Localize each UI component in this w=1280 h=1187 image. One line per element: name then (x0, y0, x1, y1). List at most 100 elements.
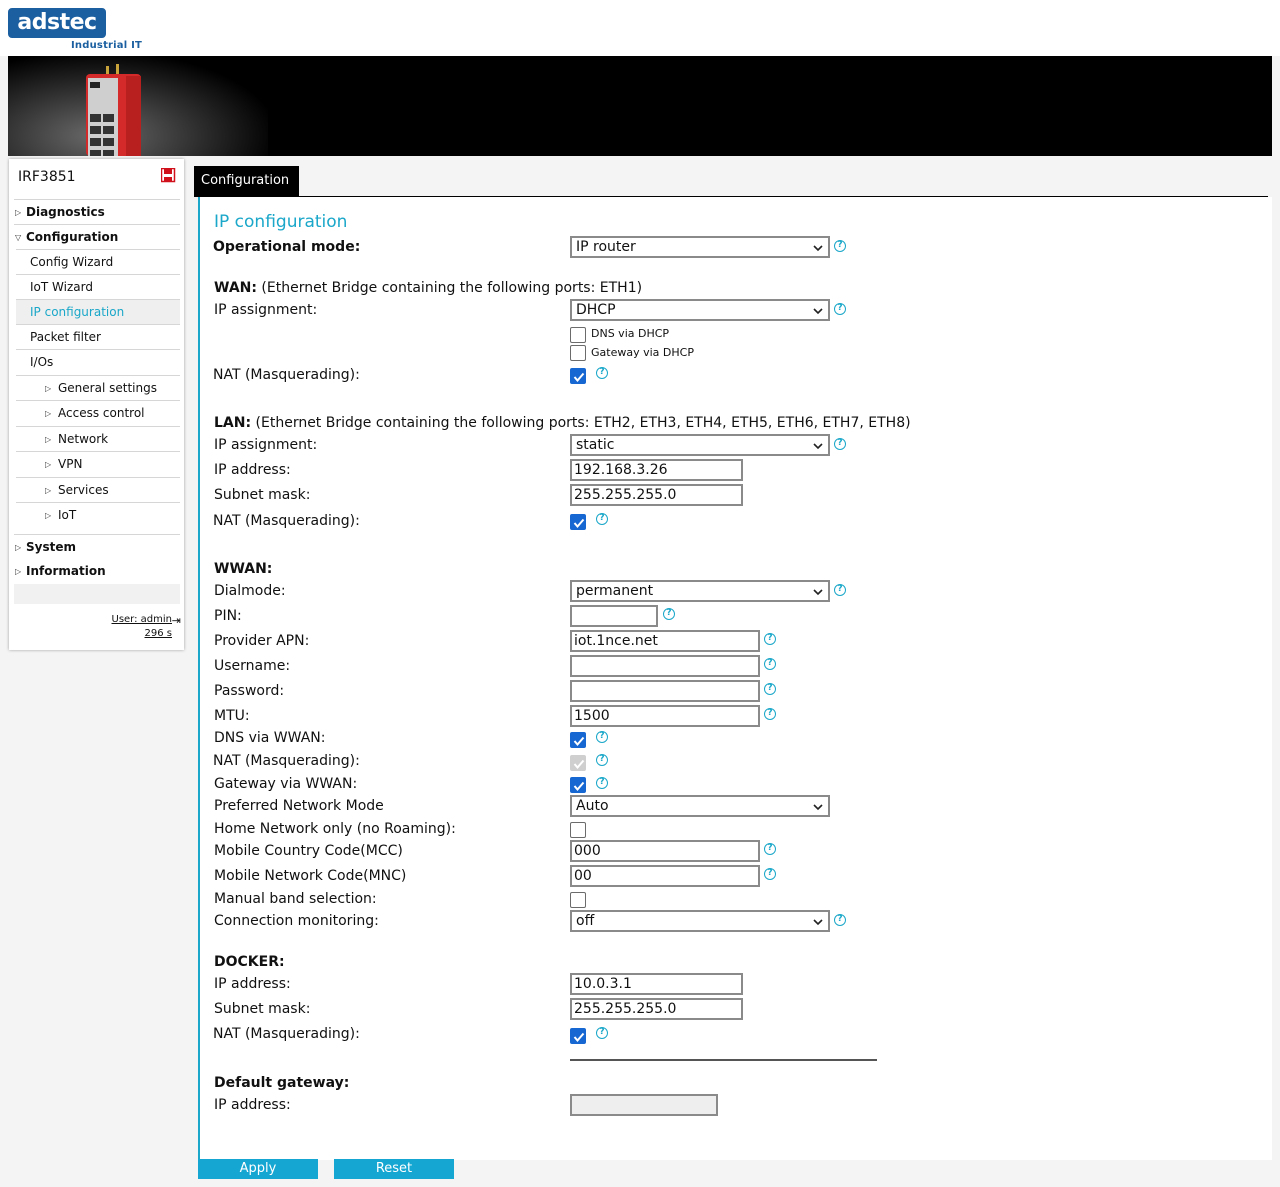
gateway-via-dhcp-checkbox[interactable] (570, 345, 586, 361)
home-network-only-checkbox[interactable] (570, 822, 586, 838)
chevron-right-icon: ▷ (15, 543, 22, 552)
docker-subnet-mask-label: Subnet mask: (214, 1001, 311, 1017)
lan-ip-address-input[interactable]: 192.168.3.26 (570, 459, 743, 481)
save-icon[interactable] (161, 168, 176, 183)
wan-ip-assignment-select[interactable]: DHCP (570, 299, 830, 321)
logo-tagline: Industrial IT (71, 40, 143, 51)
help-icon[interactable]: ? (834, 240, 846, 252)
sidebar-item-vpn[interactable]: ▷ VPN (16, 451, 180, 476)
lan-subnet-mask-label: Subnet mask: (214, 487, 311, 503)
lan-ip-assignment-select[interactable]: static (570, 434, 830, 456)
sidebar-item-network[interactable]: ▷ Network (16, 426, 180, 451)
operational-mode-select[interactable]: IP router (570, 236, 830, 258)
default-gateway-ip-input (570, 1094, 718, 1116)
dns-via-dhcp-checkbox[interactable] (570, 327, 586, 343)
docker-ip-address-input[interactable]: 10.0.3.1 (570, 973, 743, 995)
sidebar-item-diagnostics[interactable]: ▷ Diagnostics (14, 199, 180, 224)
help-icon[interactable]: ? (764, 633, 776, 645)
sidebar-footer (14, 584, 180, 604)
wan-nat-checkbox[interactable] (570, 368, 586, 384)
user-link[interactable]: User: admin (112, 614, 173, 625)
docker-ip-address-label: IP address: (214, 976, 291, 992)
sidebar-item-config-wizard[interactable]: Config Wizard (16, 249, 180, 274)
help-icon[interactable]: ? (834, 438, 846, 450)
sidebar-item-system[interactable]: ▷ System (14, 534, 180, 559)
docker-nat-checkbox[interactable] (570, 1028, 586, 1044)
gateway-via-wwan-checkbox[interactable] (570, 777, 586, 793)
tab-configuration[interactable]: Configuration (194, 166, 299, 196)
session-timer: 296 s (144, 628, 172, 639)
help-icon[interactable]: ? (663, 608, 675, 620)
gateway-via-wwan-label: Gateway via WWAN: (214, 776, 358, 792)
connection-monitoring-select[interactable]: off (570, 910, 830, 932)
company-logo: adstec (8, 8, 106, 38)
dns-via-dhcp-label: DNS via DHCP (591, 327, 670, 340)
mtu-input[interactable]: 1500 (570, 705, 760, 727)
mcc-label: Mobile Country Code(MCC) (214, 843, 403, 859)
default-gateway-heading: Default gateway: (214, 1075, 350, 1091)
apn-input[interactable]: iot.1nce.net (570, 630, 760, 652)
help-icon[interactable]: ? (834, 303, 846, 315)
gateway-via-dhcp-label: Gateway via DHCP (591, 346, 694, 359)
mcc-input[interactable]: 000 (570, 840, 760, 862)
help-icon[interactable]: ? (596, 367, 608, 379)
docker-nat-label: NAT (Masquerading): (213, 1026, 360, 1042)
docker-heading: DOCKER: (214, 954, 285, 970)
password-input[interactable] (570, 680, 760, 702)
checkmark-icon (573, 518, 585, 529)
home-network-only-label: Home Network only (no Roaming): (214, 821, 456, 837)
chevron-right-icon: ▷ (15, 567, 22, 576)
dialmode-label: Dialmode: (214, 583, 286, 599)
sidebar-item-general-settings[interactable]: ▷ General settings (16, 375, 180, 400)
help-icon[interactable]: ? (764, 868, 776, 880)
chevron-right-icon: ▷ (45, 409, 52, 418)
default-gateway-ip-label: IP address: (214, 1097, 291, 1113)
lan-ip-address-label: IP address: (214, 462, 291, 478)
lan-subnet-mask-input[interactable]: 255.255.255.0 (570, 484, 743, 506)
sidebar-item-information[interactable]: ▷ Information (14, 559, 180, 584)
mnc-input[interactable]: 00 (570, 865, 760, 887)
checkmark-icon (573, 736, 585, 747)
operational-mode-label: Operational mode: (213, 239, 361, 255)
sidebar-item-services[interactable]: ▷ Services (16, 477, 180, 502)
help-icon[interactable]: ? (764, 708, 776, 720)
chevron-down-icon (813, 589, 823, 596)
lan-heading: LAN: (Ethernet Bridge containing the fol… (214, 415, 911, 431)
help-icon[interactable]: ? (596, 731, 608, 743)
username-input[interactable] (570, 655, 760, 677)
mtu-label: MTU: (214, 708, 250, 724)
pin-input[interactable] (570, 605, 658, 627)
help-icon[interactable]: ? (764, 843, 776, 855)
help-icon[interactable]: ? (834, 914, 846, 926)
help-icon[interactable]: ? (764, 683, 776, 695)
lan-nat-checkbox[interactable] (570, 514, 586, 530)
password-label: Password: (214, 683, 285, 699)
network-mode-label: Preferred Network Mode (214, 798, 384, 814)
dns-via-wwan-checkbox[interactable] (570, 732, 586, 748)
docker-subnet-mask-input[interactable]: 255.255.255.0 (570, 998, 743, 1020)
sidebar-item-iot-wizard[interactable]: IoT Wizard (16, 274, 180, 299)
help-icon[interactable]: ? (834, 584, 846, 596)
logout-icon[interactable]: ⇥ (172, 614, 181, 627)
sidebar-item-access-control[interactable]: ▷ Access control (16, 400, 180, 425)
sidebar-item-packet-filter[interactable]: Packet filter (16, 324, 180, 349)
sidebar-item-ip-configuration[interactable]: IP configuration (16, 299, 180, 324)
network-mode-select[interactable]: Auto (570, 795, 830, 817)
sidebar-item-iot[interactable]: ▷ IoT (16, 502, 180, 527)
dialmode-select[interactable]: permanent (570, 580, 830, 602)
help-icon[interactable]: ? (596, 777, 608, 789)
manual-band-checkbox[interactable] (570, 892, 586, 908)
chevron-right-icon: ▷ (45, 460, 52, 469)
help-icon[interactable]: ? (596, 754, 608, 766)
help-icon[interactable]: ? (596, 1027, 608, 1039)
checkmark-icon (573, 1032, 585, 1043)
reset-button[interactable]: Reset (334, 1159, 454, 1179)
sidebar-item-configuration[interactable]: ▽ Configuration (14, 224, 180, 249)
help-icon[interactable]: ? (764, 658, 776, 670)
chevron-down-icon (813, 804, 823, 811)
help-icon[interactable]: ? (596, 513, 608, 525)
router-device-image (86, 64, 141, 156)
lan-nat-label: NAT (Masquerading): (213, 513, 360, 529)
sidebar-item-ios[interactable]: I/Os (16, 349, 180, 374)
apply-button[interactable]: Apply (198, 1159, 318, 1179)
